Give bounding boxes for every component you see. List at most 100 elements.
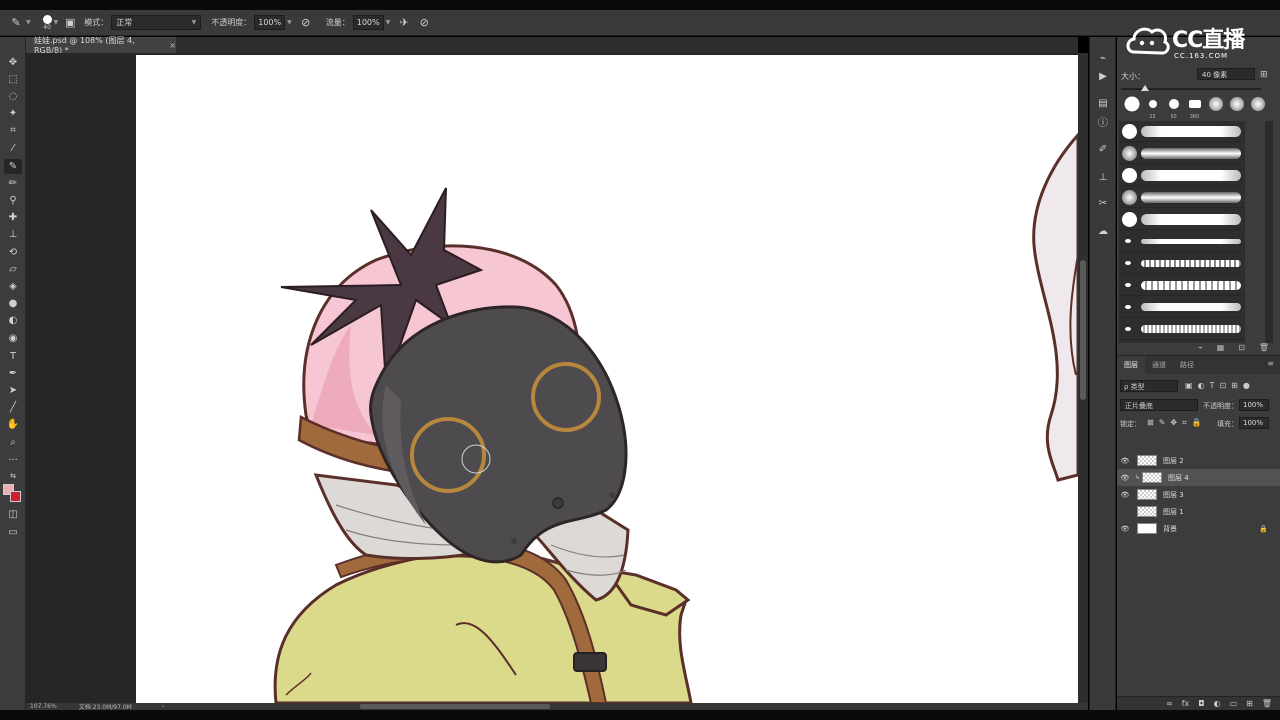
pencil-icon[interactable]: ✏ <box>4 176 22 191</box>
magic-wand-icon[interactable]: ✦ <box>4 106 22 121</box>
new-preset-icon[interactable]: ⊞ <box>1260 70 1268 80</box>
screen-mode-icon[interactable]: ▭ <box>4 525 22 540</box>
pressure-opacity-icon[interactable]: ⊘ <box>298 16 314 29</box>
paint-bucket-icon[interactable]: ◈ <box>4 279 22 294</box>
brush-tool-icon[interactable]: ✎ <box>8 16 24 29</box>
layer-row[interactable]: 👁 图层 3 <box>1117 486 1280 503</box>
adjustment-filter-icon[interactable]: ◐ <box>1198 381 1205 390</box>
flow-input[interactable]: 100% <box>352 15 384 30</box>
brush-preset-picker[interactable]: 40 <box>42 14 52 31</box>
quick-mask-icon[interactable]: ◫ <box>4 507 22 522</box>
new-layer-icon[interactable]: ⊞ <box>1246 699 1253 708</box>
grid-view-icon[interactable]: ▦ <box>1217 343 1225 353</box>
healing-brush-icon[interactable]: ✚ <box>4 210 22 225</box>
eyedropper-icon[interactable]: ⁄ <box>4 141 22 156</box>
brush-panel-toggle-icon[interactable]: ▣ <box>62 16 78 29</box>
crop-icon[interactable]: ⌗ <box>4 123 22 138</box>
layer-row[interactable]: 👁 背景 🔒 <box>1117 520 1280 537</box>
link-layers-icon[interactable]: ∞ <box>1166 699 1173 708</box>
lock-transparency-icon[interactable]: ⊠ <box>1147 418 1154 428</box>
brush-size-slider-knob[interactable] <box>1141 85 1149 91</box>
pressure-size-icon[interactable]: ⊘ <box>416 16 432 29</box>
marquee-icon[interactable]: ⬚ <box>4 72 22 87</box>
layer-opacity-input[interactable]: 100% <box>1239 399 1269 411</box>
horizontal-scroll-thumb[interactable] <box>360 704 550 709</box>
lock-position-icon[interactable]: ✥ <box>1170 418 1177 428</box>
brush-list-item[interactable] <box>1119 187 1245 208</box>
brush-icon[interactable]: ✎ <box>4 159 22 174</box>
mode-select[interactable]: 正常 ▼ <box>111 15 202 30</box>
chevron-down-icon[interactable]: ▼ <box>54 19 59 26</box>
trash-icon[interactable]: 🗑 <box>1259 343 1269 353</box>
chevron-down-icon[interactable]: ▼ <box>287 19 292 26</box>
lock-pixels-icon[interactable]: ✎ <box>1159 418 1166 428</box>
brush-preset[interactable] <box>1121 96 1142 120</box>
histogram-icon[interactable]: ▤ <box>1095 97 1111 111</box>
brush-preset[interactable] <box>1226 96 1247 120</box>
brush-list-item[interactable] <box>1119 143 1245 164</box>
eraser-icon[interactable]: ▱ <box>4 262 22 277</box>
brush-size-input[interactable]: 40 像素 <box>1197 68 1255 80</box>
tab-channels[interactable]: 通道 <box>1145 356 1173 374</box>
history-brush-icon[interactable]: ⟲ <box>4 245 22 260</box>
close-icon[interactable]: × <box>169 41 176 50</box>
brush-list-item[interactable] <box>1119 121 1245 142</box>
brush-preset[interactable]: 360 <box>1184 96 1205 120</box>
more-icon[interactable]: ··· <box>4 453 22 468</box>
brush-list-item[interactable] <box>1119 253 1245 274</box>
filter-toggle-icon[interactable]: ● <box>1243 381 1250 390</box>
layer-style-icon[interactable]: fx <box>1182 699 1190 708</box>
lock-all-icon[interactable]: 🔒 <box>1192 418 1202 428</box>
fill-input[interactable]: 100% <box>1239 417 1269 429</box>
brush-list-scrollbar[interactable] <box>1265 121 1273 343</box>
canvas-area[interactable] <box>26 53 1078 703</box>
brush-preset[interactable] <box>1205 96 1226 120</box>
eye-icon[interactable]: 👁 <box>1117 457 1133 465</box>
chevron-down-icon[interactable]: ▼ <box>26 19 31 26</box>
path-selection-icon[interactable]: ➤ <box>4 383 22 398</box>
tool-presets-icon[interactable]: ✂ <box>1095 197 1111 211</box>
eye-icon[interactable]: 👁 <box>1117 525 1133 533</box>
brush-list-item[interactable] <box>1119 319 1245 340</box>
tab-paths[interactable]: 路径 <box>1173 356 1201 374</box>
blur-icon[interactable]: ● <box>4 296 22 311</box>
document-tab[interactable]: 娃娃.psd @ 108% (图层 4, RGB/8) * × <box>26 36 176 55</box>
shape-filter-icon[interactable]: ⊡ <box>1219 381 1226 390</box>
smart-object-filter-icon[interactable]: ⊞ <box>1231 381 1238 390</box>
brush-settings-icon[interactable]: ⌁ <box>1095 52 1111 66</box>
lasso-icon[interactable]: ◌ <box>4 89 22 104</box>
brush-list-item[interactable] <box>1119 209 1245 230</box>
sponge-icon[interactable]: ◉ <box>4 331 22 346</box>
type-filter-icon[interactable]: T <box>1210 381 1215 390</box>
clone-stamp-icon[interactable]: ⊥ <box>4 227 22 242</box>
eye-icon[interactable]: 👁 <box>1117 491 1133 499</box>
layer-row[interactable]: 图层 1 <box>1117 503 1280 520</box>
zoom-icon[interactable]: ⌕ <box>4 435 22 450</box>
brush-list[interactable] <box>1119 121 1245 343</box>
brush-list-item[interactable] <box>1119 275 1245 296</box>
vertical-scroll-thumb[interactable] <box>1080 260 1086 400</box>
add-mask-icon[interactable]: ◘ <box>1198 699 1204 708</box>
adjustment-layer-icon[interactable]: ◐ <box>1214 699 1221 708</box>
lock-artboard-icon[interactable]: ⌗ <box>1182 418 1187 428</box>
group-icon[interactable]: ▭ <box>1230 699 1238 708</box>
mixer-brush-icon[interactable]: ⚲ <box>4 193 22 208</box>
layer-row[interactable]: 👁 ↳ 图层 4 <box>1117 469 1280 486</box>
chevron-right-icon[interactable]: › <box>162 703 164 710</box>
brush-list-item[interactable] <box>1119 165 1245 186</box>
line-icon[interactable]: ╱ <box>4 400 22 415</box>
opacity-input[interactable]: 100% <box>254 15 286 30</box>
brush-preset[interactable] <box>1247 96 1268 120</box>
layer-row[interactable]: 👁 图层 2 <box>1117 452 1280 469</box>
new-brush-icon[interactable]: ⊡ <box>1238 343 1245 353</box>
zoom-readout[interactable]: 107.76% <box>30 703 57 710</box>
document-canvas[interactable] <box>136 55 1078 703</box>
airbrush-icon[interactable]: ✈ <box>396 16 412 29</box>
brush-preset[interactable]: 15 <box>1142 96 1163 120</box>
swap-colors-icon[interactable]: ⇆ <box>4 469 22 484</box>
play-icon[interactable]: ▶ <box>1095 70 1111 84</box>
brush-list-item[interactable] <box>1119 297 1245 318</box>
eye-icon[interactable]: 👁 <box>1117 474 1133 482</box>
clone-source-icon[interactable]: ⊥ <box>1095 171 1111 185</box>
type-icon[interactable]: T <box>4 349 22 364</box>
